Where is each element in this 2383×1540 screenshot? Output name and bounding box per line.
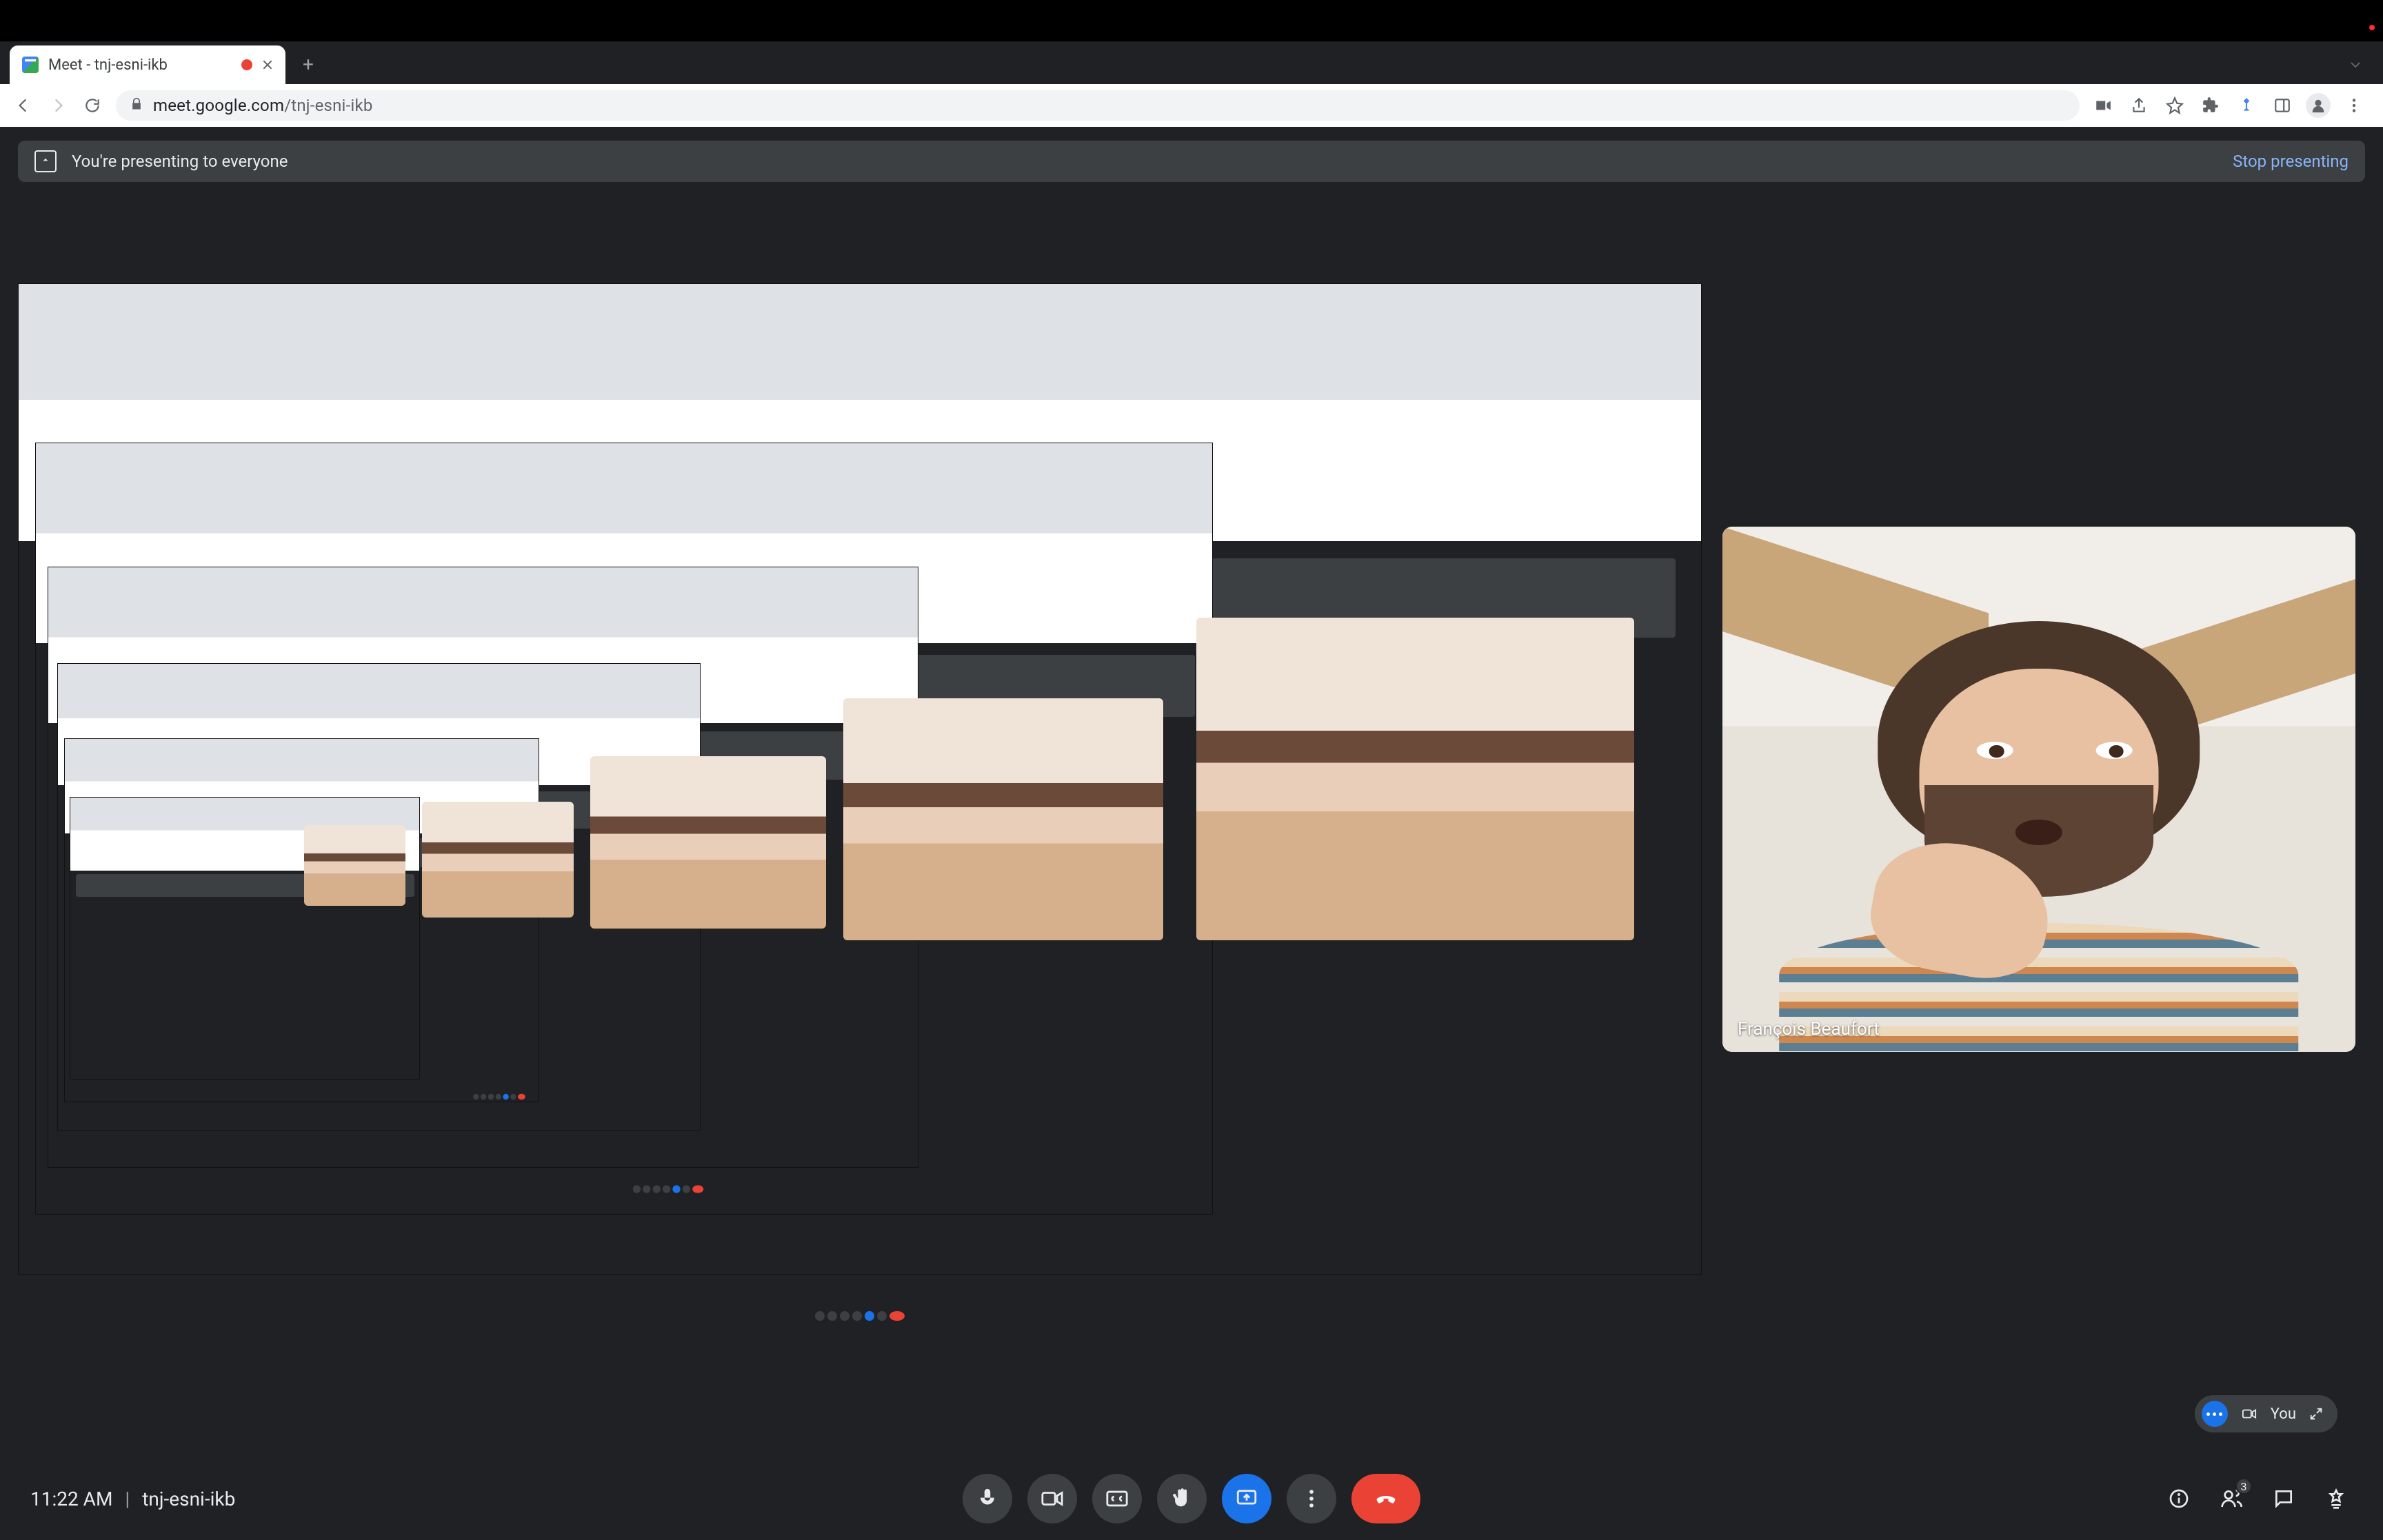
camera-permission-icon[interactable] (2087, 89, 2120, 122)
participants-button[interactable]: 3 (2215, 1482, 2248, 1515)
bookmark-button[interactable] (2158, 89, 2191, 122)
recursive-screenshare-content (18, 203, 1702, 1355)
participant-tile[interactable]: François Beaufort (1722, 527, 2355, 1052)
close-tab-button[interactable] (262, 59, 273, 70)
bottom-control-bar: 11:22 AM | tnj-esni-ikb (0, 1457, 2383, 1540)
mic-toggle-button[interactable] (963, 1474, 1012, 1523)
active-tab[interactable]: Meet - tnj-esni-ikb (10, 45, 285, 84)
tab-recording-icon (241, 59, 252, 70)
extension-pinned-icon[interactable] (2230, 89, 2263, 122)
meeting-details-button[interactable] (2162, 1482, 2195, 1515)
tab-search-button[interactable] (2347, 57, 2368, 77)
activities-button[interactable] (2320, 1482, 2353, 1515)
more-options-button[interactable] (1287, 1474, 1336, 1523)
participant-video (1780, 621, 2299, 1052)
leave-call-button[interactable] (1351, 1474, 1420, 1523)
meet-favicon (22, 57, 39, 73)
tab-title: Meet - tnj-esni-ikb (48, 57, 232, 74)
participant-count-badge: 3 (2235, 1478, 2252, 1495)
side-panel-button[interactable] (2266, 89, 2299, 122)
url-display: meet.google.com/tnj-esni-ikb (153, 96, 373, 115)
tab-strip: Meet - tnj-esni-ikb + (0, 41, 2383, 84)
omnibox[interactable]: meet.google.com/tnj-esni-ikb (116, 90, 2080, 121)
stop-presenting-button[interactable]: Stop presenting (2233, 152, 2349, 171)
new-tab-button[interactable]: + (298, 54, 319, 74)
window-recording-indicator (2369, 25, 2375, 30)
presenting-banner: You're presenting to everyone Stop prese… (18, 141, 2365, 182)
forward-button[interactable] (41, 89, 74, 122)
captions-button[interactable] (1092, 1474, 1142, 1523)
clock: 11:22 AM (30, 1488, 112, 1510)
reload-button[interactable] (76, 89, 109, 122)
back-button[interactable] (7, 89, 40, 122)
address-bar: meet.google.com/tnj-esni-ikb (0, 84, 2383, 127)
raise-hand-button[interactable] (1157, 1474, 1207, 1523)
chrome-menu-button[interactable] (2337, 89, 2371, 122)
browser-window: Meet - tnj-esni-ikb + meet.google.com/tn… (0, 41, 2383, 1540)
extensions-button[interactable] (2194, 89, 2227, 122)
participant-name-label: François Beaufort (1738, 1019, 1880, 1040)
lock-icon (130, 97, 143, 114)
meeting-code: tnj-esni-ikb (142, 1488, 235, 1510)
banner-text: You're presenting to everyone (72, 152, 288, 171)
present-icon (34, 150, 57, 172)
meeting-info-left: 11:22 AM | tnj-esni-ikb (30, 1488, 235, 1510)
screen-share-stage (18, 203, 1702, 1355)
camera-toggle-button[interactable] (1027, 1474, 1077, 1523)
meet-app: You're presenting to everyone Stop prese… (0, 127, 2383, 1540)
self-camera-icon (2238, 1406, 2261, 1421)
profile-button[interactable] (2302, 89, 2335, 122)
self-speaking-indicator-icon (2202, 1401, 2228, 1427)
chat-button[interactable] (2267, 1482, 2300, 1515)
self-view-label: You (2271, 1406, 2296, 1423)
share-button[interactable] (2122, 89, 2155, 122)
expand-self-view-button[interactable] (2306, 1406, 2326, 1421)
present-now-button[interactable] (1222, 1474, 1271, 1523)
self-view-pill[interactable]: You (2195, 1395, 2337, 1432)
